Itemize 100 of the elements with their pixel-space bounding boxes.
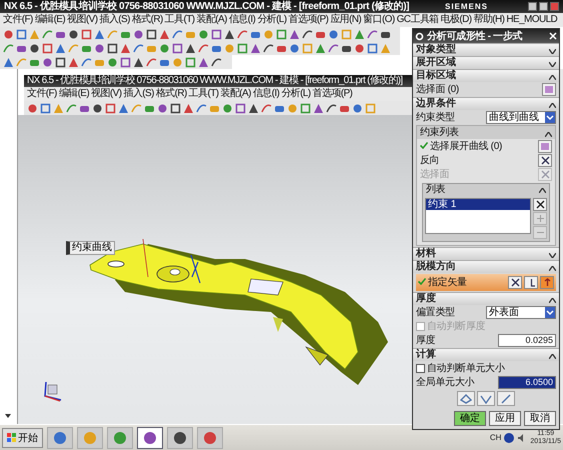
toolbar-icon[interactable] xyxy=(133,28,144,40)
dropdown[interactable]: 外表面 xyxy=(486,306,556,319)
toolbar-icon[interactable] xyxy=(3,28,14,40)
menu-item[interactable]: 首选项(P) xyxy=(312,88,352,100)
toolbar-icon[interactable] xyxy=(261,102,272,114)
toolbar-icon[interactable] xyxy=(92,102,103,114)
reverse-button[interactable] xyxy=(538,154,552,167)
toolbar-icon[interactable] xyxy=(42,42,53,54)
menu-item[interactable]: 工具(T) xyxy=(188,88,218,100)
toolbar-icon[interactable] xyxy=(211,56,222,68)
toolbar-icon[interactable] xyxy=(328,42,339,54)
menu-item[interactable]: 文件(F) xyxy=(27,88,57,100)
toolbar-icon[interactable] xyxy=(328,28,339,40)
menu-item[interactable]: 首选项(P) xyxy=(288,14,328,26)
reverse-button[interactable] xyxy=(508,276,522,289)
toolbar-icon[interactable] xyxy=(27,102,38,114)
menu-item[interactable]: 文件(F) xyxy=(3,14,33,26)
toolbar-icon[interactable] xyxy=(196,102,207,114)
taskbar-app[interactable] xyxy=(167,426,193,448)
dialog-button[interactable]: 取消 xyxy=(524,411,556,426)
collapse-icon[interactable] xyxy=(549,298,556,303)
taskbar-app[interactable] xyxy=(47,426,73,448)
menu-item[interactable]: 格式(R) xyxy=(156,88,187,100)
toolbar-icon[interactable] xyxy=(263,42,274,54)
checkbox[interactable]: 自动判断单元大小 xyxy=(416,362,505,374)
toolbar-icon[interactable] xyxy=(289,42,300,54)
move-down-button[interactable] xyxy=(533,226,547,239)
taskbar-app[interactable] xyxy=(197,426,223,448)
menu-item[interactable]: 信息(I) xyxy=(252,88,280,100)
collapse-icon[interactable] xyxy=(539,188,546,192)
toolbar-icon[interactable] xyxy=(367,42,378,54)
toolbar-icon[interactable] xyxy=(105,102,116,114)
input-field[interactable]: 6.0500 xyxy=(498,376,556,389)
minimize-button[interactable] xyxy=(528,2,537,11)
menu-item[interactable]: 视图(V) xyxy=(67,14,98,26)
menu-item[interactable]: 信息(I) xyxy=(228,14,256,26)
menu-item[interactable]: 分析(L) xyxy=(257,14,287,26)
section-header[interactable]: 边界条件 xyxy=(413,97,559,110)
dropdown[interactable]: 曲线到曲线 xyxy=(486,111,556,124)
toolbar-icon[interactable] xyxy=(170,102,181,114)
menu-item[interactable]: 装配(A) xyxy=(220,88,251,100)
collapse-icon[interactable] xyxy=(549,266,556,271)
toolbar-icon[interactable] xyxy=(55,56,66,68)
expand-icon[interactable] xyxy=(549,253,556,258)
language-indicator[interactable]: CH xyxy=(490,433,502,442)
toolbar-icon[interactable] xyxy=(157,102,168,114)
section-header[interactable]: 材料 xyxy=(413,247,559,260)
menu-item[interactable]: 插入(S) xyxy=(99,14,130,26)
menu-item[interactable]: HE_MOULD xyxy=(506,14,558,26)
toolbar-icon[interactable] xyxy=(40,102,51,114)
section-header[interactable]: 展开区域 xyxy=(413,56,559,69)
menu-item[interactable]: 编辑(E) xyxy=(34,14,66,26)
menu-item[interactable]: 电极(D) xyxy=(440,14,472,26)
mode-button[interactable] xyxy=(457,391,475,406)
expand-icon[interactable] xyxy=(549,49,556,54)
toolbar-icon[interactable] xyxy=(94,42,105,54)
toolbar-icon[interactable] xyxy=(172,28,183,40)
close-icon[interactable] xyxy=(549,32,557,40)
toolbar-icon[interactable] xyxy=(211,28,222,40)
collapse-icon[interactable] xyxy=(549,75,556,80)
delete-button[interactable] xyxy=(533,198,547,211)
toolbar-icon[interactable] xyxy=(107,42,118,54)
mode-button[interactable] xyxy=(477,391,495,406)
toolbar-icon[interactable] xyxy=(302,28,313,40)
section-header[interactable]: 对象类型 xyxy=(413,43,559,56)
dialog-button[interactable]: 确定 xyxy=(454,411,486,426)
toolbar-icon[interactable] xyxy=(81,56,92,68)
menu-item[interactable]: GC工具箱 xyxy=(396,14,439,26)
collapse-icon[interactable] xyxy=(549,354,556,359)
toolbar-icon[interactable] xyxy=(120,56,131,68)
input-field[interactable]: 0.0295 xyxy=(498,334,556,347)
vector-button[interactable] xyxy=(540,276,554,289)
vector-row[interactable]: 指定矢量 xyxy=(416,274,556,291)
menu-item[interactable]: 插入(S) xyxy=(123,88,154,100)
collapse-icon[interactable] xyxy=(549,103,556,108)
help-icon[interactable] xyxy=(504,432,514,442)
mode-button[interactable] xyxy=(497,391,515,406)
taskbar-app[interactable] xyxy=(137,426,163,448)
menu-item[interactable]: 分析(L) xyxy=(281,88,311,100)
toolbar-icon[interactable] xyxy=(133,42,144,54)
expand-icon[interactable] xyxy=(549,62,556,67)
menu-item[interactable]: 窗口(O) xyxy=(363,14,395,26)
toolbar-icon[interactable] xyxy=(367,28,378,40)
toolbar-icon[interactable] xyxy=(172,42,183,54)
list-item[interactable]: 约束 1 xyxy=(426,199,530,210)
toolbar-icon[interactable] xyxy=(16,28,27,40)
menu-item[interactable]: 编辑(E) xyxy=(58,88,90,100)
dropdown-arrow-icon[interactable] xyxy=(545,307,555,318)
toolbar-icon[interactable] xyxy=(146,28,157,40)
scroll-arrow-icon[interactable] xyxy=(3,412,13,420)
menu-item[interactable]: 格式(R) xyxy=(132,14,163,26)
toolbar-icon[interactable] xyxy=(235,102,246,114)
maximize-button[interactable] xyxy=(539,2,548,11)
menu-item[interactable]: 视图(V) xyxy=(91,88,122,100)
toolbar-icon[interactable] xyxy=(354,42,365,54)
toolbar-icon[interactable] xyxy=(68,28,79,40)
toolbar-icon[interactable] xyxy=(326,102,337,114)
menu-item[interactable]: 装配(A) xyxy=(196,14,227,26)
section-header[interactable]: 脱模方向 xyxy=(413,260,559,273)
section-header[interactable]: 厚度 xyxy=(413,292,559,305)
